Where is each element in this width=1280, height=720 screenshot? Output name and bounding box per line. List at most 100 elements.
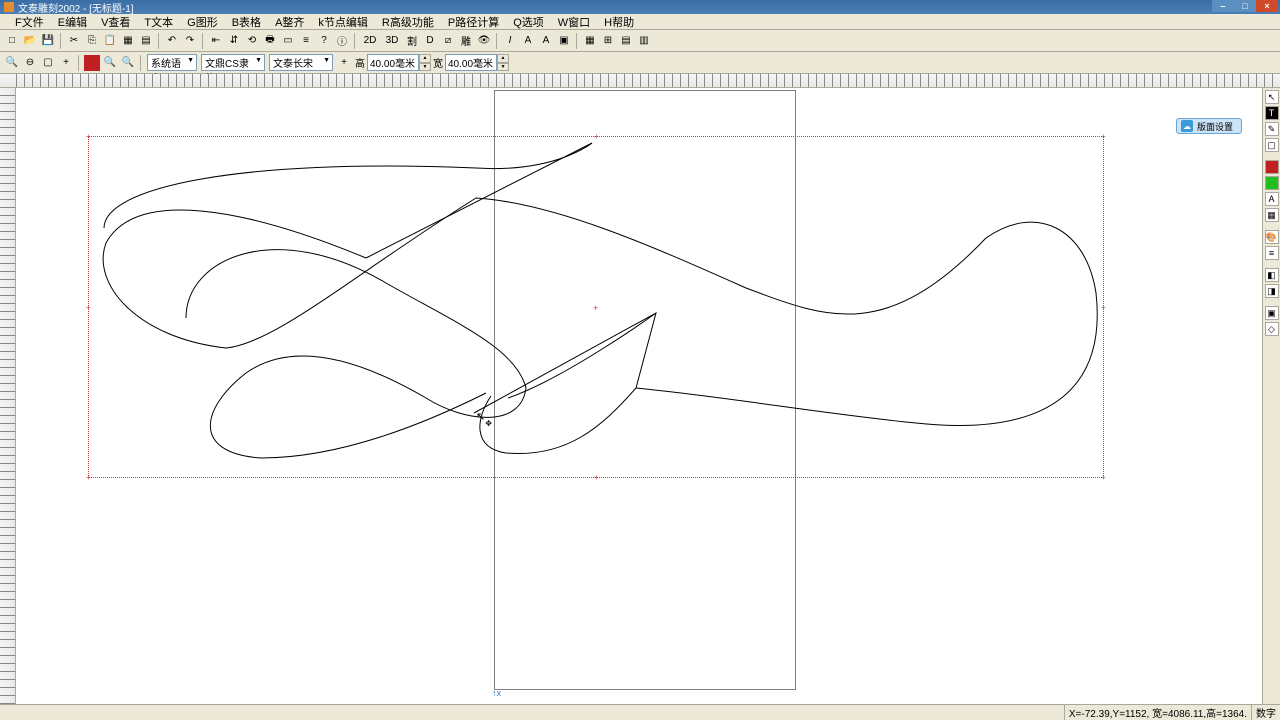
- table2-icon[interactable]: ⊞: [600, 33, 616, 49]
- node-icon[interactable]: ✎: [1265, 122, 1279, 136]
- grid-tool-icon[interactable]: ▦: [1265, 208, 1279, 222]
- menu-file[interactable]: F文件: [8, 14, 51, 30]
- down-icon[interactable]: ▼: [497, 63, 509, 72]
- a-tool-icon[interactable]: A: [1265, 192, 1279, 206]
- green-tool-icon[interactable]: [1265, 176, 1279, 190]
- zoom3-icon[interactable]: 🔍: [120, 55, 136, 71]
- height-input[interactable]: 40.00毫米: [367, 54, 419, 71]
- undo-icon[interactable]: ↶: [164, 33, 180, 49]
- palette-icon[interactable]: 🎨: [1265, 230, 1279, 244]
- separator: [202, 33, 204, 49]
- separator: [158, 33, 160, 49]
- cloud-icon: ☁: [1181, 120, 1193, 132]
- tool2-icon[interactable]: ◨: [1265, 284, 1279, 298]
- new-icon[interactable]: □: [4, 33, 20, 49]
- redo-icon[interactable]: ↷: [182, 33, 198, 49]
- grid-icon[interactable]: ▦: [120, 33, 136, 49]
- menu-path[interactable]: P路径计算: [441, 14, 506, 30]
- ruler-vertical: [0, 88, 16, 704]
- open-icon[interactable]: 📂: [22, 33, 38, 49]
- tool1-icon[interactable]: ◧: [1265, 268, 1279, 282]
- rotate-icon[interactable]: ⟲: [244, 33, 260, 49]
- text-icon[interactable]: T: [1265, 106, 1279, 120]
- table4-icon[interactable]: ▥: [636, 33, 652, 49]
- menu-text[interactable]: T文本: [137, 14, 180, 30]
- menu-help[interactable]: H帮助: [597, 14, 641, 30]
- red-tool-icon[interactable]: [1265, 160, 1279, 174]
- help-icon[interactable]: ?: [316, 33, 332, 49]
- font-dropdown[interactable]: 文鼎CS隶体: [201, 54, 265, 71]
- sort-tool-icon[interactable]: ≡: [1265, 246, 1279, 260]
- table1-icon[interactable]: ▦: [582, 33, 598, 49]
- lang-dropdown[interactable]: 系统语言: [147, 54, 197, 71]
- sort-icon[interactable]: ≡: [298, 33, 314, 49]
- canvas[interactable]: + + + + + + + + + ↖✥ ↑x ☁ 版面设置 ↖ T ✎ ▢ A…: [16, 88, 1280, 704]
- menu-advanced[interactable]: R高级功能: [375, 14, 441, 30]
- 2d-button[interactable]: 2D: [360, 33, 380, 49]
- d-button[interactable]: D: [422, 33, 438, 49]
- copy-icon[interactable]: ⎘: [84, 33, 100, 49]
- 3d-button[interactable]: 3D: [382, 33, 402, 49]
- a2-icon[interactable]: A: [538, 33, 554, 49]
- handle-ml[interactable]: +: [86, 305, 91, 310]
- layers-icon[interactable]: ▤: [138, 33, 154, 49]
- align-icon[interactable]: ⇤: [208, 33, 224, 49]
- menu-graphic[interactable]: G图形: [180, 14, 225, 30]
- color-red-icon[interactable]: [84, 55, 100, 71]
- width-spinner[interactable]: ▲ ▼: [497, 54, 509, 71]
- menu-node[interactable]: k节点编辑: [311, 14, 375, 30]
- float-panel-button[interactable]: ☁ 版面设置: [1176, 118, 1242, 134]
- width-input[interactable]: 40.00毫米: [445, 54, 497, 71]
- up-icon[interactable]: ▲: [497, 54, 509, 63]
- info-icon[interactable]: ⓘ: [334, 33, 350, 49]
- cut-icon[interactable]: ✂: [66, 33, 82, 49]
- paste-icon[interactable]: 📋: [102, 33, 118, 49]
- pointer-icon[interactable]: ↖: [1265, 90, 1279, 104]
- plus2-icon[interactable]: +: [336, 55, 352, 71]
- menu-edit[interactable]: E编辑: [51, 14, 94, 30]
- handle-tr[interactable]: +: [1101, 134, 1106, 139]
- handle-bl[interactable]: +: [86, 475, 91, 480]
- fit-icon[interactable]: ▢: [40, 55, 56, 71]
- handle-bm[interactable]: +: [594, 475, 599, 480]
- diag-icon[interactable]: ⧄: [440, 33, 456, 49]
- box-icon[interactable]: ▣: [556, 33, 572, 49]
- handle-tm[interactable]: +: [594, 134, 599, 139]
- rect-icon[interactable]: ▭: [280, 33, 296, 49]
- cut-mode-button[interactable]: 割: [404, 33, 420, 49]
- italic-icon[interactable]: I: [502, 33, 518, 49]
- rect-tool-icon[interactable]: ▢: [1265, 138, 1279, 152]
- close-button[interactable]: ×: [1256, 0, 1278, 12]
- tool4-icon[interactable]: ◇: [1265, 322, 1279, 336]
- minimize-button[interactable]: –: [1212, 0, 1234, 12]
- zoomout-icon[interactable]: ⊖: [22, 55, 38, 71]
- font2-dropdown[interactable]: 文泰长宋: [269, 54, 333, 71]
- maximize-button[interactable]: □: [1234, 0, 1256, 12]
- handle-mr[interactable]: +: [1101, 305, 1106, 310]
- tool3-icon[interactable]: ▣: [1265, 306, 1279, 320]
- status-coords: X=-72.39,Y=1152, 宽=4086.11,高=1364.: [1064, 705, 1251, 720]
- float-label: 版面设置: [1197, 120, 1233, 133]
- up-icon[interactable]: ▲: [419, 54, 431, 63]
- carve-icon[interactable]: 雕: [458, 33, 474, 49]
- down-icon[interactable]: ▼: [419, 63, 431, 72]
- eye-icon[interactable]: 👁: [476, 33, 492, 49]
- plus-icon[interactable]: +: [58, 55, 74, 71]
- title-text: 文泰雕刻2002 - [无标题-1]: [18, 0, 1276, 15]
- zoom2-icon[interactable]: 🔍: [102, 55, 118, 71]
- selection-bounds[interactable]: + + + + + + + + +: [88, 136, 1104, 478]
- height-spinner[interactable]: ▲ ▼: [419, 54, 431, 71]
- zoom-icon[interactable]: 🔍: [4, 55, 20, 71]
- handle-br[interactable]: +: [1101, 475, 1106, 480]
- a-icon[interactable]: A: [520, 33, 536, 49]
- menu-window[interactable]: W窗口: [551, 14, 597, 30]
- mirror-icon[interactable]: ⇵: [226, 33, 242, 49]
- menu-arrange[interactable]: A整齐: [268, 14, 311, 30]
- menu-view[interactable]: V查看: [94, 14, 137, 30]
- menu-table[interactable]: B表格: [225, 14, 268, 30]
- handle-tl[interactable]: +: [86, 134, 91, 139]
- save-icon[interactable]: 💾: [40, 33, 56, 49]
- print-icon[interactable]: 🖶: [262, 33, 278, 49]
- menu-options[interactable]: Q选项: [506, 14, 551, 30]
- table3-icon[interactable]: ▤: [618, 33, 634, 49]
